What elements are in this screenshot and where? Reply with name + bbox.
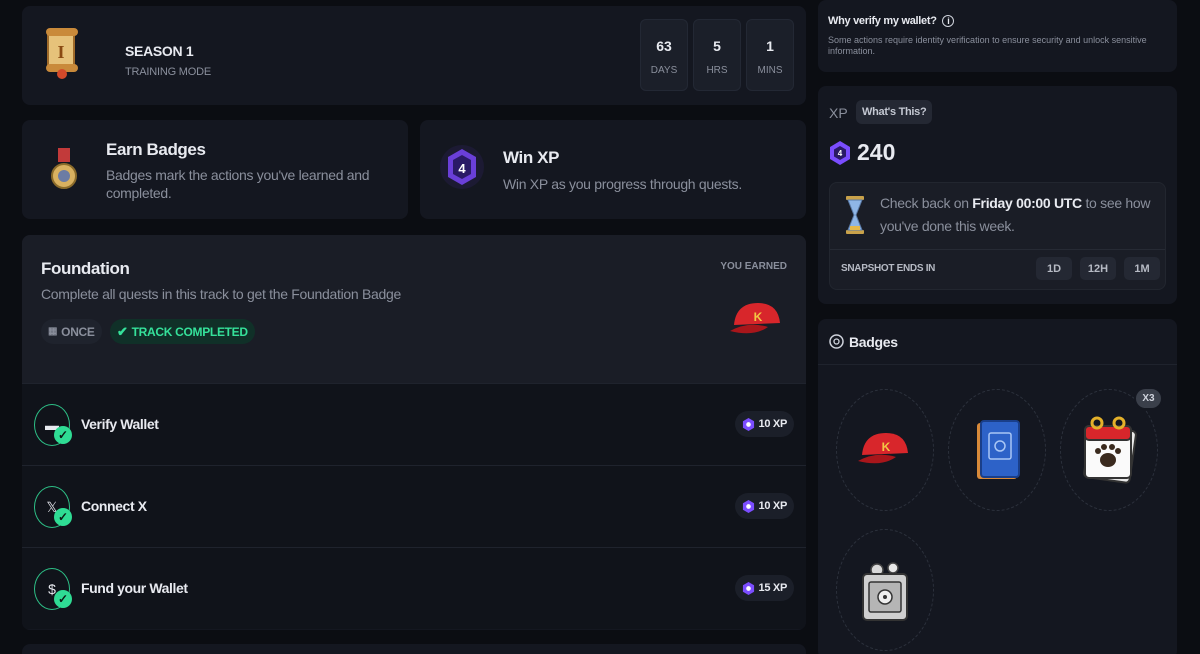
once-label: ONCE [61,324,95,339]
svg-text:4: 4 [838,149,843,158]
xp-total: 240 [857,139,896,165]
track-completed-tag: ✔ TRACK COMPLETED [110,319,255,344]
quest-row[interactable]: 𝕏 ✓ Connect X 10 XP [22,465,806,547]
snapshot-ends-label: SNAPSHOT ENDS IN [841,263,936,274]
badge-icon [829,334,844,349]
quest-name: Fund your Wallet [81,580,188,596]
countdown-value: 63 [656,38,672,54]
snapshot-message: Check back on Friday 00:00 UTC to see ho… [880,192,1160,238]
countdown-days: 63 DAYS [640,19,688,91]
range-1m-button[interactable]: 1M [1124,257,1160,280]
paw-calendar-badge-icon [1083,416,1137,484]
verify-info-card: Why verify my wallet? i Some actions req… [818,0,1177,72]
xp-gem-icon: 4 [830,141,850,165]
completed-check-icon: ✓ [54,426,72,444]
verify-title-text: Why verify my wallet? [828,15,937,27]
calendar-icon: ▦ [48,326,58,337]
countdown-unit: HRS [706,65,728,76]
badge-slot[interactable]: K [836,389,934,511]
whats-this-button[interactable]: What's This? [856,100,933,124]
win-xp-desc: Win XP as you progress through quests. [503,176,742,192]
hourglass-icon [846,196,864,234]
badges-card: Badges K X3 [818,319,1177,654]
svg-text:I: I [57,42,64,62]
track-completed-label: TRACK COMPLETED [131,324,248,339]
badge-count: X3 [1134,387,1163,410]
xp-value: 15 XP [758,582,788,594]
check-icon: ✔ [117,323,128,339]
xp-reward: 10 XP [734,411,794,437]
countdown-unit: MINS [757,65,783,76]
xp-gem-icon [742,499,754,513]
quest-row[interactable]: ▬ ✓ Verify Wallet 10 XP [22,383,806,465]
quest-name: Connect X [81,498,147,514]
completed-check-icon: ✓ [54,590,72,608]
xp-value: 10 XP [758,418,788,430]
scroll-icon: I [46,28,78,79]
blue-book-badge-icon [977,420,1020,479]
completed-check-icon: ✓ [54,508,72,526]
you-earned-label: YOU EARNED [720,261,787,272]
medal-icon [51,148,77,189]
earn-badges-desc: Badges mark the actions you've learned a… [106,167,370,201]
xp-reward: 15 XP [734,575,794,601]
foundation-header: Foundation Complete all quests in this t… [22,235,806,383]
verify-desc: Some actions require identity verificati… [828,35,1147,56]
divider [818,364,1177,365]
foundation-title: Foundation [41,259,130,278]
badge-slot[interactable] [836,529,934,651]
xp-reward: 10 XP [734,493,794,519]
win-xp-title: Win XP [503,148,560,167]
foundation-track: Foundation Complete all quests in this t… [22,235,806,630]
countdown-value: 5 [713,38,721,54]
range-12h-button[interactable]: 12H [1080,257,1116,280]
countdown-unit: DAYS [650,65,678,76]
svg-text:K: K [754,310,763,324]
svg-text:4: 4 [458,161,466,176]
xp-gem-icon [742,581,754,595]
xp-value: 10 XP [758,500,788,512]
countdown-minutes: 1 MINS [746,19,794,91]
range-1d-button[interactable]: 1D [1036,257,1072,280]
countdown-value: 1 [766,38,774,54]
check-prefix: Check back on [880,195,973,211]
once-tag: ▦ ONCE [41,319,102,344]
earn-badges-card: Earn Badges Badges mark the actions you'… [22,120,408,219]
foundation-desc: Complete all quests in this track to get… [41,286,401,302]
svg-text:K: K [882,440,891,454]
snapshot-panel: Check back on Friday 00:00 UTC to see ho… [829,182,1166,290]
safe-badge-icon [862,562,908,621]
xp-card: XP What's This? 4 240 Check back on Frid… [818,86,1177,304]
season-title: SEASON 1 [125,43,194,59]
xp-gem-icon [742,417,754,431]
badge-slot[interactable] [948,389,1046,511]
countdown-hours: 5 HRS [693,19,741,91]
red-cap-badge-icon: K [858,433,908,464]
divider [830,249,1165,250]
win-xp-card: 4 Win XP Win XP as you progress through … [420,120,806,219]
earn-badges-title: Earn Badges [106,140,206,159]
badges-title: Badges [849,334,898,350]
check-time: Friday 00:00 UTC [972,195,1082,211]
quest-name: Verify Wallet [81,416,159,432]
red-cap-icon: K [730,303,780,334]
xp-label: XP [829,105,848,121]
season-mode: TRAINING MODE [125,66,212,78]
quest-row[interactable]: $ ✓ Fund your Wallet 15 XP [22,547,806,629]
season-card: I SEASON 1 TRAINING MODE 63 DAYS 5 HRS 1… [22,6,806,105]
xp-gem-icon: 4 [440,145,484,189]
next-track-card [22,644,806,654]
verify-title: Why verify my wallet? i [828,15,955,27]
info-icon[interactable]: i [942,15,955,27]
